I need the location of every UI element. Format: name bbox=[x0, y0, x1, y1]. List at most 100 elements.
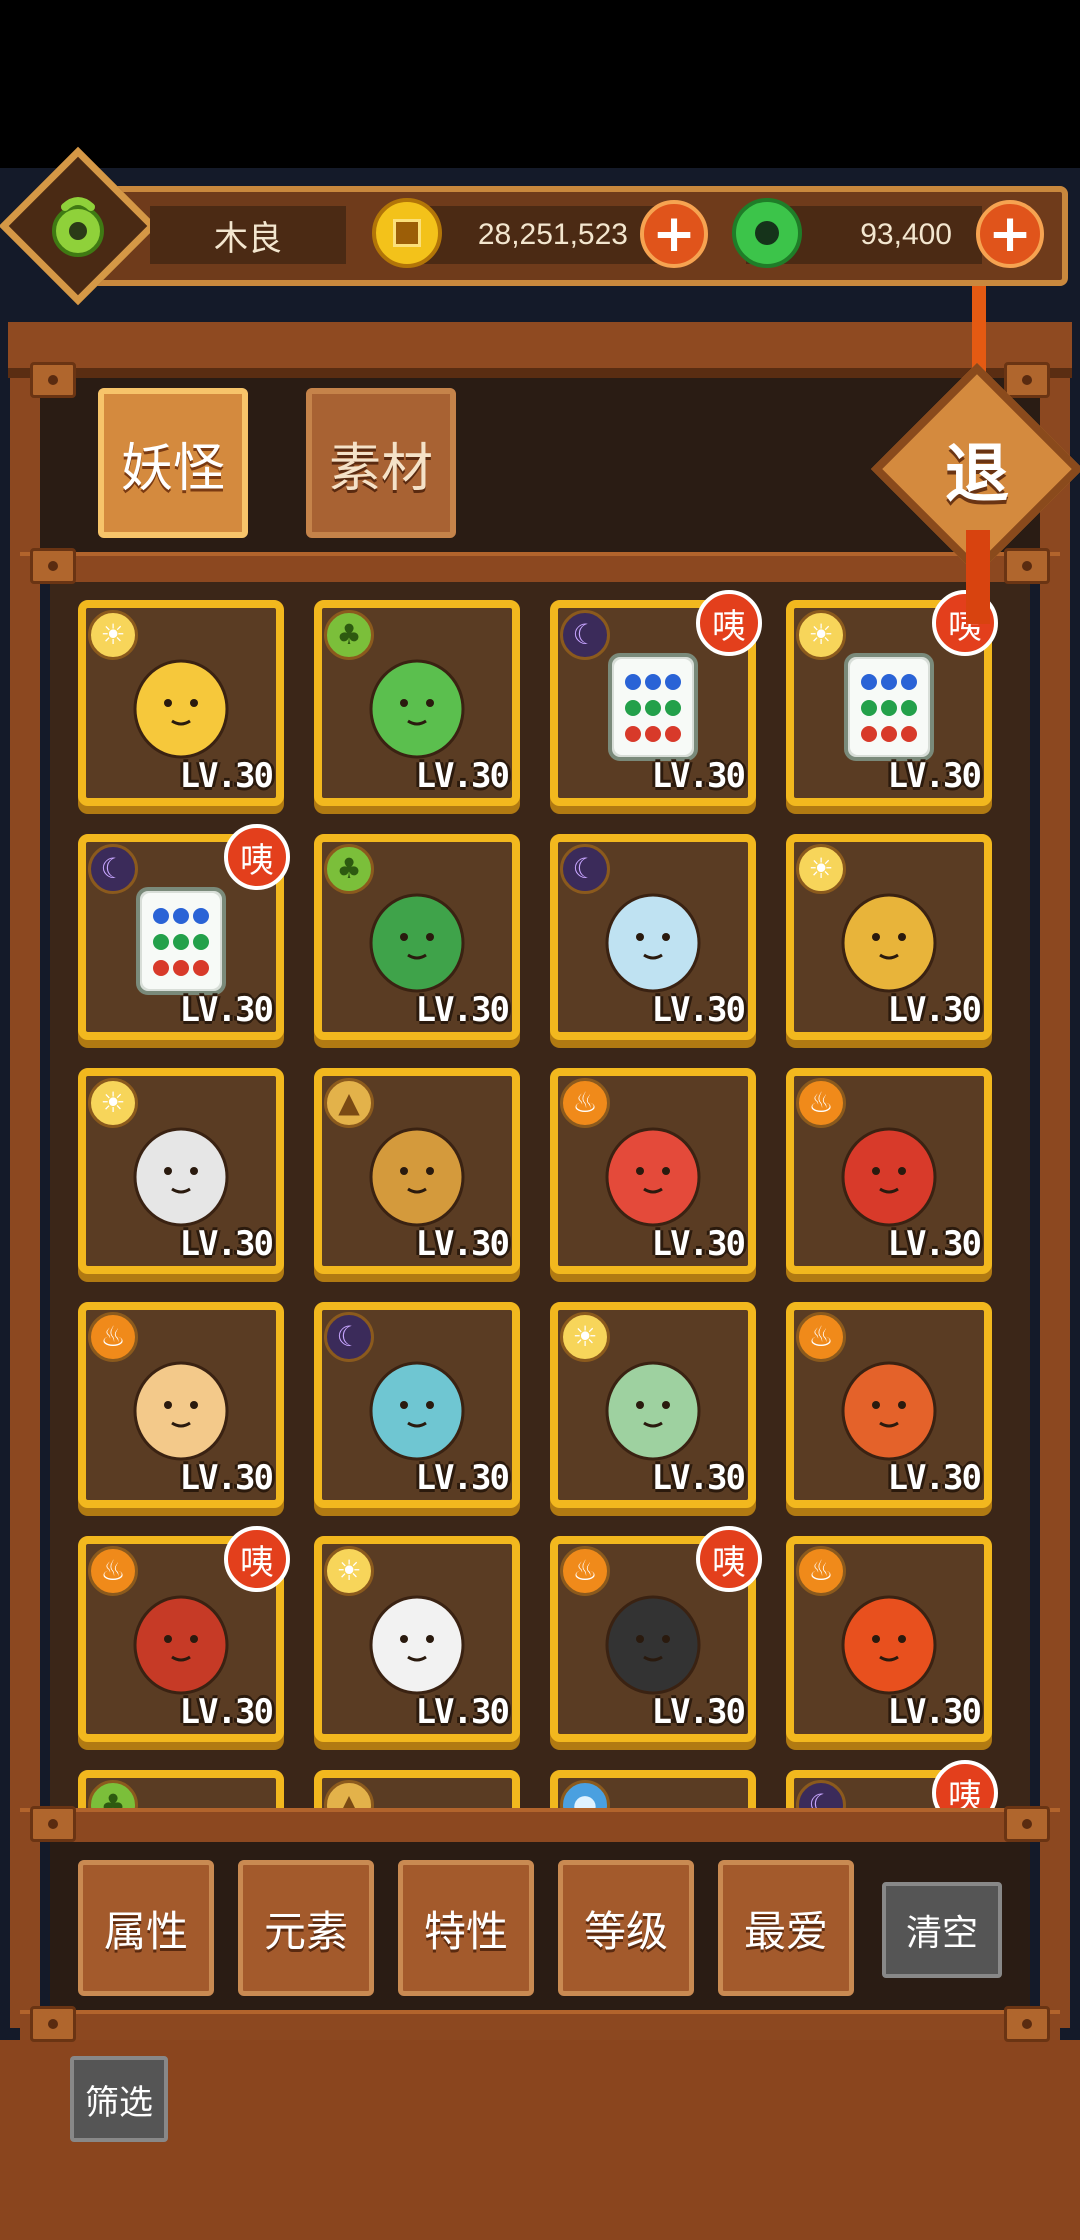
monster-card[interactable]: ☾ 咦 bbox=[786, 1760, 998, 1808]
fire-element-icon: ♨ bbox=[88, 1312, 138, 1362]
player-name: 木良 bbox=[150, 206, 346, 264]
monster-level: LV.30 bbox=[179, 990, 274, 1030]
monster-card[interactable]: ☀ LV.30 bbox=[550, 1302, 756, 1508]
bolt-icon bbox=[1004, 1806, 1050, 1842]
gold-coin-icon bbox=[372, 198, 442, 268]
monster-card[interactable]: ☀ LV.30 bbox=[314, 1536, 520, 1742]
monster-card[interactable]: ♨ LV.30 bbox=[550, 1068, 756, 1274]
wood-element-icon: ♣ bbox=[324, 610, 374, 660]
monster-card[interactable]: ♣ LV.30 bbox=[314, 600, 520, 806]
add-jade-button[interactable]: + bbox=[976, 200, 1044, 268]
monster-card[interactable]: ☀ LV.30 咦 bbox=[786, 590, 998, 806]
light-element-icon: ☀ bbox=[88, 1078, 138, 1128]
filter-trait-button[interactable]: 特性 bbox=[398, 1860, 534, 1996]
filter-attribute-button[interactable]: 属性 bbox=[78, 1860, 214, 1996]
monster-level: LV.30 bbox=[179, 1692, 274, 1732]
fire-element-icon: ♨ bbox=[796, 1312, 846, 1362]
monster-card[interactable]: ♨ LV.30 bbox=[786, 1536, 992, 1742]
water-element-icon: ● bbox=[560, 1780, 610, 1808]
monster-card[interactable]: ● bbox=[550, 1770, 756, 1808]
monster-card[interactable]: ☾ LV.30 咦 bbox=[78, 824, 290, 1040]
exit-button[interactable]: 退 bbox=[902, 394, 1052, 544]
monster-level: LV.30 bbox=[179, 1224, 274, 1264]
monster-card[interactable]: ♣ bbox=[78, 1770, 284, 1808]
monster-card[interactable]: ☾ LV.30 bbox=[314, 1302, 520, 1508]
monster-card[interactable]: ☀ LV.30 bbox=[78, 600, 284, 806]
monster-level: LV.30 bbox=[887, 1458, 982, 1498]
monster-level: LV.30 bbox=[415, 1458, 510, 1498]
cabinet-top bbox=[8, 322, 1072, 378]
monster-level: LV.30 bbox=[887, 1692, 982, 1732]
monster-level: LV.30 bbox=[651, 756, 746, 796]
monster-level: LV.30 bbox=[651, 1692, 746, 1732]
monster-level: LV.30 bbox=[415, 1224, 510, 1264]
game-screen: 木良 28,251,523 + 93,400 + 妖怪 素材 ☀ LV.30 ♣ LV… bbox=[0, 0, 1080, 2240]
monster-card[interactable]: ♨ LV.30 bbox=[78, 1302, 284, 1508]
monster-grid[interactable]: ☀ LV.30 ♣ LV.30 ☾ LV.30 咦 ☀ LV.30 咦 ☾ LV.30 咦 ♣ LV.30 ☾… bbox=[50, 582, 1030, 1808]
fire-element-icon: ♨ bbox=[560, 1078, 610, 1128]
monster-card[interactable]: ☀ LV.30 bbox=[786, 834, 992, 1040]
bolt-icon bbox=[30, 548, 76, 584]
new-badge: 咦 bbox=[932, 1760, 998, 1808]
monster-card[interactable]: ♨ LV.30 咦 bbox=[550, 1526, 762, 1742]
exit-tassel bbox=[966, 530, 990, 624]
dark-element-icon: ☾ bbox=[324, 1312, 374, 1362]
earth-element-icon: ▲ bbox=[324, 1780, 374, 1808]
add-coins-button[interactable]: + bbox=[640, 200, 708, 268]
fire-element-icon: ♨ bbox=[88, 1546, 138, 1596]
bolt-icon bbox=[30, 1806, 76, 1842]
new-badge: 咦 bbox=[696, 1526, 762, 1592]
monster-card[interactable]: ☾ LV.30 咦 bbox=[550, 590, 762, 806]
tab-monsters[interactable]: 妖怪 bbox=[98, 388, 248, 538]
monster-card[interactable]: ♨ LV.30 bbox=[786, 1302, 992, 1508]
dark-element-icon: ☾ bbox=[88, 844, 138, 894]
clear-filters-button[interactable]: 清空 bbox=[882, 1882, 1002, 1978]
light-element-icon: ☀ bbox=[324, 1546, 374, 1596]
filter-favorite-button[interactable]: 最爱 bbox=[718, 1860, 854, 1996]
monster-level: LV.30 bbox=[887, 756, 982, 796]
light-element-icon: ☀ bbox=[88, 610, 138, 660]
dark-element-icon: ☾ bbox=[796, 1780, 846, 1808]
monster-card[interactable]: ♣ LV.30 bbox=[314, 834, 520, 1040]
monster-level: LV.30 bbox=[651, 990, 746, 1030]
wood-element-icon: ♣ bbox=[324, 844, 374, 894]
light-element-icon: ☀ bbox=[796, 844, 846, 894]
monster-card[interactable]: ☀ LV.30 bbox=[78, 1068, 284, 1274]
dark-element-icon: ☾ bbox=[560, 844, 610, 894]
bolt-icon bbox=[30, 2006, 76, 2042]
monster-level: LV.30 bbox=[179, 756, 274, 796]
monster-level: LV.30 bbox=[887, 990, 982, 1030]
new-badge: 咦 bbox=[224, 824, 290, 890]
fire-element-icon: ♨ bbox=[560, 1546, 610, 1596]
monster-card[interactable]: ☾ LV.30 bbox=[550, 834, 756, 1040]
earth-element-icon: ▲ bbox=[324, 1078, 374, 1128]
new-badge: 咦 bbox=[696, 590, 762, 656]
bolt-icon bbox=[1004, 362, 1050, 398]
monster-level: LV.30 bbox=[651, 1224, 746, 1264]
cabinet-left-side bbox=[10, 378, 40, 2028]
jade-disc-icon bbox=[732, 198, 802, 268]
filter-level-button[interactable]: 等级 bbox=[558, 1860, 694, 1996]
monster-level: LV.30 bbox=[651, 1458, 746, 1498]
screen-button[interactable]: 筛选 bbox=[70, 2056, 168, 2142]
jade-ring-icon[interactable] bbox=[36, 184, 120, 268]
tab-materials[interactable]: 素材 bbox=[306, 388, 456, 538]
cabinet-right-side bbox=[1040, 378, 1070, 2028]
monster-card[interactable]: ▲ bbox=[314, 1770, 520, 1808]
bolt-icon bbox=[30, 362, 76, 398]
bolt-icon bbox=[1004, 2006, 1050, 2042]
fire-element-icon: ♨ bbox=[796, 1078, 846, 1128]
monster-card[interactable]: ♨ LV.30 bbox=[786, 1068, 992, 1274]
monster-level: LV.30 bbox=[887, 1224, 982, 1264]
fire-element-icon: ♨ bbox=[796, 1546, 846, 1596]
dark-element-icon: ☾ bbox=[560, 610, 610, 660]
monster-level: LV.30 bbox=[415, 1692, 510, 1732]
filter-element-button[interactable]: 元素 bbox=[238, 1860, 374, 1996]
light-element-icon: ☀ bbox=[560, 1312, 610, 1362]
wood-element-icon: ♣ bbox=[88, 1780, 138, 1808]
monster-card[interactable]: ♨ LV.30 咦 bbox=[78, 1526, 290, 1742]
monster-level: LV.30 bbox=[415, 990, 510, 1030]
monster-card[interactable]: ▲ LV.30 bbox=[314, 1068, 520, 1274]
shelf-divider bbox=[20, 2010, 1060, 2040]
light-element-icon: ☀ bbox=[796, 610, 846, 660]
